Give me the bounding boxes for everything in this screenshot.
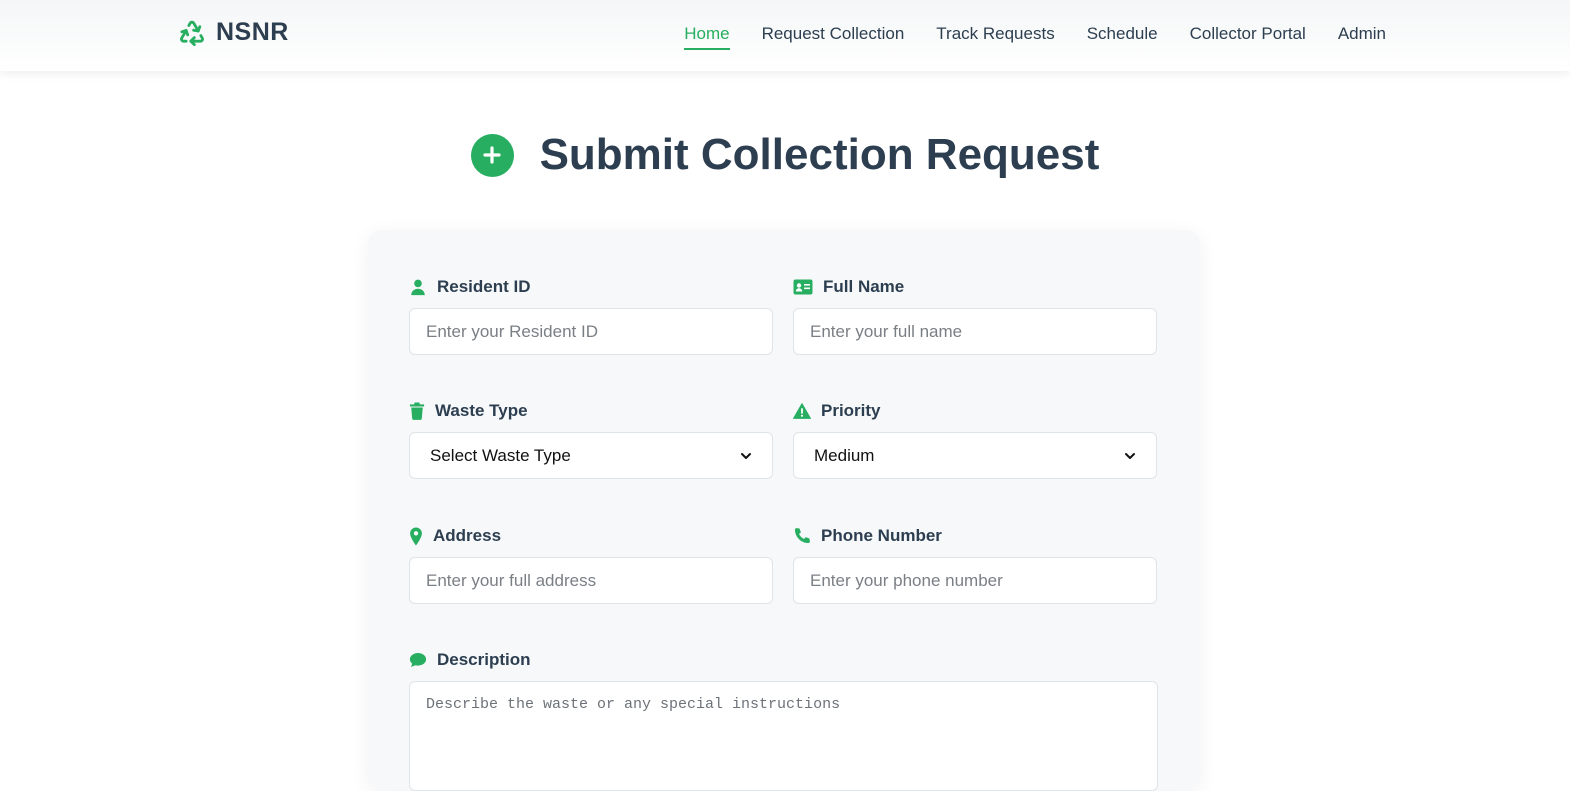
nav-request-collection[interactable]: Request Collection xyxy=(762,24,905,50)
priority-select[interactable]: Medium xyxy=(793,432,1157,479)
description-field: Description xyxy=(409,649,1158,791)
brand-name: NSNR xyxy=(216,18,289,46)
resident-id-label: Resident ID xyxy=(409,276,531,298)
nav-links: Home Request Collection Track Requests S… xyxy=(684,24,1386,50)
phone-label: Phone Number xyxy=(793,525,942,547)
resident-id-field: Resident ID xyxy=(409,276,773,355)
description-label: Description xyxy=(409,649,531,671)
address-input[interactable] xyxy=(409,557,773,604)
collection-request-form: Resident ID Full Name Waste Type Select … xyxy=(368,230,1200,791)
waste-type-label: Waste Type xyxy=(409,400,528,422)
phone-input[interactable] xyxy=(793,557,1157,604)
address-label: Address xyxy=(409,525,501,547)
nav-track-requests[interactable]: Track Requests xyxy=(936,24,1054,50)
page-title: Submit Collection Request xyxy=(539,130,1100,179)
waste-type-select[interactable]: Select Waste Type xyxy=(409,432,773,479)
address-field: Address xyxy=(409,525,773,604)
full-name-input[interactable] xyxy=(793,308,1157,355)
nav-home[interactable]: Home xyxy=(684,24,730,50)
comment-icon xyxy=(409,652,427,668)
priority-value: Medium xyxy=(814,445,875,465)
priority-field: Priority Medium xyxy=(793,400,1157,479)
page-header: Submit Collection Request xyxy=(0,130,1570,180)
resident-id-input[interactable] xyxy=(409,308,773,355)
warning-icon xyxy=(793,403,811,419)
plus-circle-icon xyxy=(470,133,514,177)
priority-label: Priority xyxy=(793,400,881,422)
trash-icon xyxy=(409,402,425,420)
chevron-down-icon xyxy=(741,452,751,459)
id-card-icon xyxy=(793,279,813,295)
recycle-icon xyxy=(180,20,204,46)
full-name-field: Full Name xyxy=(793,276,1157,355)
waste-type-field: Waste Type Select Waste Type xyxy=(409,400,773,479)
nav-collector-portal[interactable]: Collector Portal xyxy=(1190,24,1306,50)
navbar: NSNR Home Request Collection Track Reque… xyxy=(0,0,1570,71)
description-textarea[interactable] xyxy=(409,681,1158,791)
chevron-down-icon xyxy=(1125,452,1135,459)
nav-schedule[interactable]: Schedule xyxy=(1087,24,1158,50)
nav-admin[interactable]: Admin xyxy=(1338,24,1386,50)
phone-field: Phone Number xyxy=(793,525,1157,604)
waste-type-value: Select Waste Type xyxy=(430,445,571,465)
phone-icon xyxy=(794,528,810,544)
full-name-label: Full Name xyxy=(793,276,904,298)
map-pin-icon xyxy=(410,526,422,546)
user-icon xyxy=(411,279,425,296)
brand[interactable]: NSNR xyxy=(178,18,289,47)
